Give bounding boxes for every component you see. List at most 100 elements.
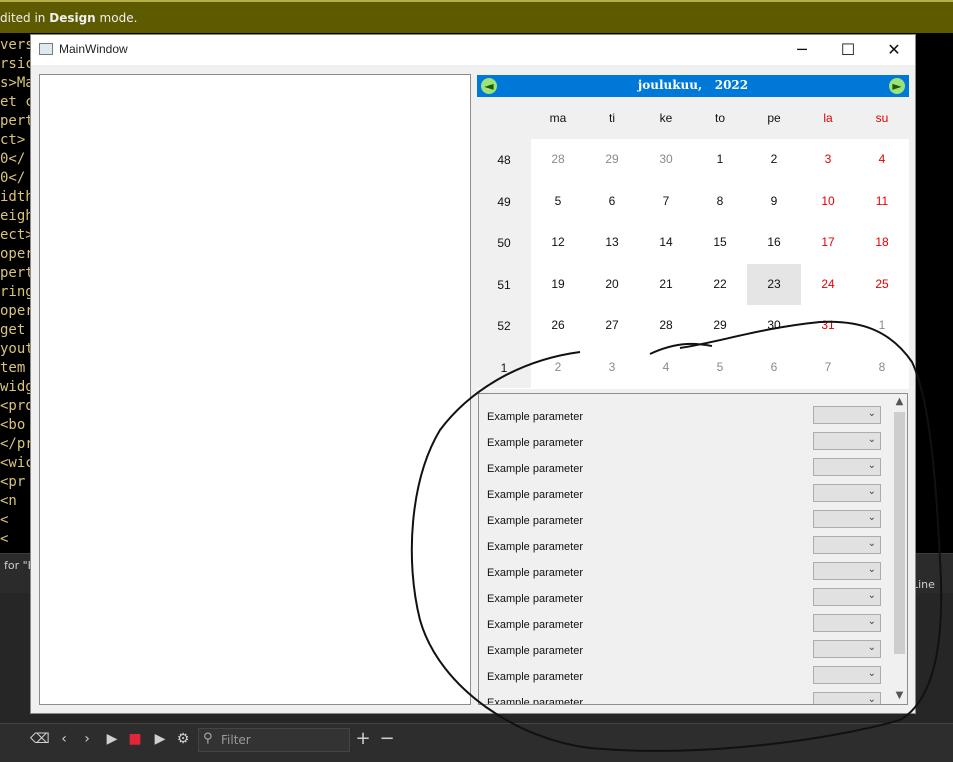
calendar-day[interactable]: 28 [639, 305, 693, 346]
parameter-combobox[interactable]: ⌄ [813, 406, 881, 424]
run-icon[interactable]: ▶ [103, 730, 121, 748]
calendar-day[interactable]: 3 [801, 139, 855, 180]
calendar-day[interactable]: 2 [531, 347, 585, 388]
calendar-day[interactable]: 21 [639, 264, 693, 305]
code-line: <pr [0, 474, 26, 490]
parameter-label: Example parameter [487, 437, 583, 449]
code-line: idth [0, 189, 34, 205]
calendar-day[interactable]: 30 [639, 139, 693, 180]
window-icon [39, 43, 53, 55]
calendar-day[interactable]: 6 [747, 347, 801, 388]
code-line: pert [0, 113, 34, 129]
close-button[interactable]: ✕ [871, 35, 917, 65]
calendar-day[interactable]: 31 [801, 305, 855, 346]
code-line: 0</ [0, 151, 26, 167]
calendar-day[interactable]: 9 [747, 181, 801, 222]
code-line: ct> [0, 132, 26, 148]
calendar-day[interactable]: 7 [639, 181, 693, 222]
arrow-right-icon[interactable]: ► [889, 78, 905, 94]
calendar-day[interactable]: 6 [585, 181, 639, 222]
parameter-label: Example parameter [487, 593, 583, 605]
calendar-day[interactable]: 24 [801, 264, 855, 305]
debug-icon[interactable]: ▶ [151, 730, 169, 748]
code-line: yout [0, 341, 34, 357]
calendar-day[interactable]: 30 [747, 305, 801, 346]
code-line: oper [0, 246, 34, 262]
text-area[interactable] [39, 74, 471, 705]
calendar-day[interactable]: 5 [531, 181, 585, 222]
calendar-day[interactable]: 12 [531, 222, 585, 263]
calendar-day[interactable]: 28 [531, 139, 585, 180]
filter-input[interactable] [219, 731, 343, 749]
weekday-label: la [823, 111, 833, 125]
calendar-day[interactable]: 14 [639, 222, 693, 263]
parameter-row: Example parameter ⌄ [479, 638, 891, 664]
calendar-day[interactable]: 15 [693, 222, 747, 263]
calendar-day[interactable]: 29 [693, 305, 747, 346]
parameter-combobox[interactable]: ⌄ [813, 510, 881, 528]
calendar-day[interactable]: 19 [531, 264, 585, 305]
parameter-combobox[interactable]: ⌄ [813, 692, 881, 704]
calendar-day[interactable]: 8 [693, 181, 747, 222]
add-icon[interactable]: + [354, 730, 372, 748]
parameter-combobox[interactable]: ⌄ [813, 588, 881, 606]
parameter-combobox[interactable]: ⌄ [813, 484, 881, 502]
parameter-list: Example parameter ⌄ Example parameter ⌄ Exam… [478, 393, 908, 705]
calendar-day[interactable]: 5 [693, 347, 747, 388]
calendar-day[interactable]: 23 [747, 263, 801, 305]
gear-icon[interactable]: ⚙ [174, 730, 192, 748]
calendar-day[interactable]: 17 [801, 222, 855, 263]
stop-icon[interactable]: ■ [126, 730, 144, 748]
parameter-combobox[interactable]: ⌄ [813, 432, 881, 450]
parameter-combobox[interactable]: ⌄ [813, 458, 881, 476]
designer-mode-banner: dited in Design mode. [0, 0, 953, 33]
vertical-scrollbar[interactable]: ▲ ▼ [892, 394, 907, 704]
calendar-day[interactable]: 16 [747, 222, 801, 263]
scroll-down-icon[interactable]: ▼ [892, 688, 907, 704]
calendar-day[interactable]: 22 [693, 264, 747, 305]
clear-icon[interactable]: ⌫ [30, 730, 50, 748]
parameter-row: Example parameter ⌄ [479, 664, 891, 690]
parameter-combobox[interactable]: ⌄ [813, 536, 881, 554]
chevron-down-icon: ⌄ [867, 590, 876, 601]
minimize-button[interactable]: ─ [779, 35, 825, 65]
calendar-day[interactable]: 2 [747, 139, 801, 180]
remove-icon[interactable]: − [378, 730, 396, 748]
parameter-row: Example parameter ⌄ [479, 586, 891, 612]
calendar-day[interactable]: 20 [585, 264, 639, 305]
day-grid: 28 29 30 1 2 3 4 5 6 7 8 9 10 11 12 13 14 15 16 17 18 19 20 21 2… [477, 139, 909, 388]
calendar-day[interactable]: 11 [855, 181, 909, 222]
calendar-day[interactable]: 18 [855, 222, 909, 263]
calendar-day[interactable]: 10 [801, 181, 855, 222]
scroll-thumb[interactable] [894, 412, 905, 654]
main-window: MainWindow ─ ☐ ✕ ◄ joulukuu, 2022 ► ma ti… [30, 34, 916, 714]
calendar-month-year[interactable]: joulukuu, 2022 [477, 78, 909, 92]
calendar-navigation: ◄ joulukuu, 2022 ► [477, 75, 909, 97]
calendar-widget: ◄ joulukuu, 2022 ► ma ti ke to pe la su 48 49 50… [477, 75, 909, 389]
parameter-combobox[interactable]: ⌄ [813, 562, 881, 580]
scroll-up-icon[interactable]: ▲ [892, 394, 907, 410]
calendar-day[interactable]: 27 [585, 305, 639, 346]
maximize-button[interactable]: ☐ [825, 35, 871, 65]
parameter-combobox[interactable]: ⌄ [813, 666, 881, 684]
chevron-down-icon: ⌄ [867, 616, 876, 627]
chevron-down-icon: ⌄ [867, 668, 876, 679]
parameter-combobox[interactable]: ⌄ [813, 614, 881, 632]
forward-icon[interactable]: › [78, 730, 96, 748]
calendar-day[interactable]: 13 [585, 222, 639, 263]
calendar-day[interactable]: 26 [531, 305, 585, 346]
chevron-down-icon: ⌄ [867, 434, 876, 445]
back-icon[interactable]: ‹ [55, 730, 73, 748]
calendar-day[interactable]: 4 [855, 139, 909, 180]
calendar-day[interactable]: 25 [855, 264, 909, 305]
calendar-day[interactable]: 1 [693, 139, 747, 180]
calendar-day[interactable]: 8 [855, 347, 909, 388]
code-line: et c [0, 94, 34, 110]
calendar-day[interactable]: 1 [855, 305, 909, 346]
parameter-combobox[interactable]: ⌄ [813, 640, 881, 658]
chevron-down-icon: ⌄ [867, 408, 876, 419]
calendar-day[interactable]: 7 [801, 347, 855, 388]
calendar-day[interactable]: 4 [639, 347, 693, 388]
calendar-day[interactable]: 3 [585, 347, 639, 388]
calendar-day[interactable]: 29 [585, 139, 639, 180]
